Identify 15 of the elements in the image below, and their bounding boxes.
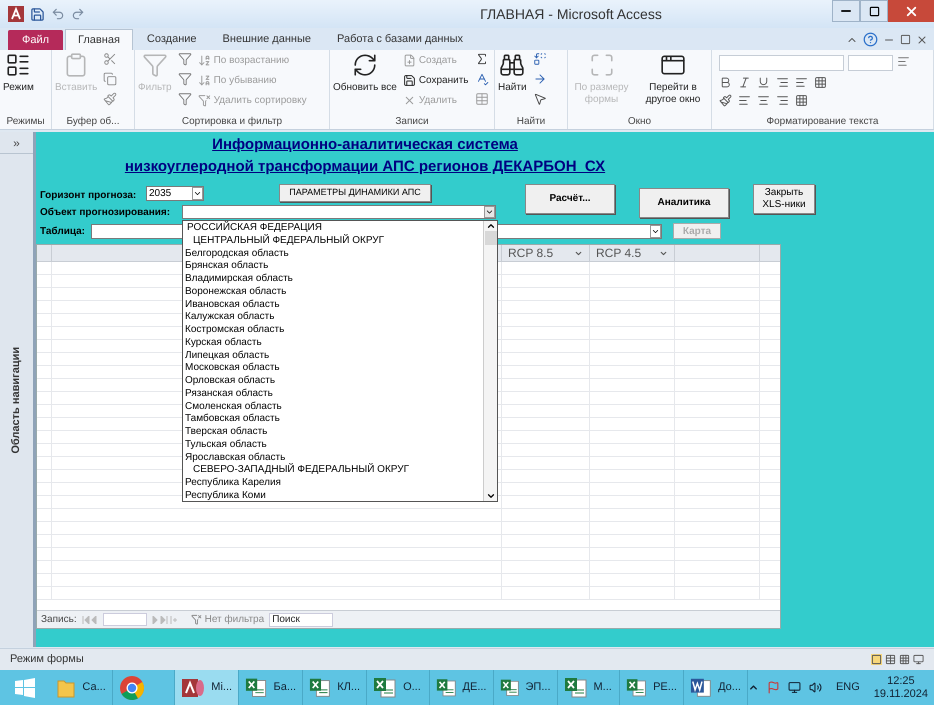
group-label: Окно xyxy=(626,115,652,129)
group-label: Форматирование текста xyxy=(766,115,880,129)
group-label: Буфер об... xyxy=(66,115,120,129)
form-title: низкоуглеродной трансформации АПС регионов ДЕКАРБОН_СХ xyxy=(124,158,606,176)
window-title: ГЛАВНАЯ - Microsoft Access xyxy=(479,4,663,24)
group-label: Найти xyxy=(516,115,546,129)
form-title: Информационно-аналитическая система xyxy=(212,136,518,154)
group-label: Режимы xyxy=(5,115,46,129)
field-label: Объект прогнозирования: xyxy=(40,206,172,220)
field-label: Таблица: xyxy=(40,224,86,238)
status-text: Режим формы xyxy=(10,652,84,668)
record-label: Запись: xyxy=(41,613,77,627)
group-label: Сортировка и фильтр xyxy=(180,115,284,129)
group-label: Записи xyxy=(394,115,430,129)
field-label: Горизонт прогноза: xyxy=(40,189,138,203)
